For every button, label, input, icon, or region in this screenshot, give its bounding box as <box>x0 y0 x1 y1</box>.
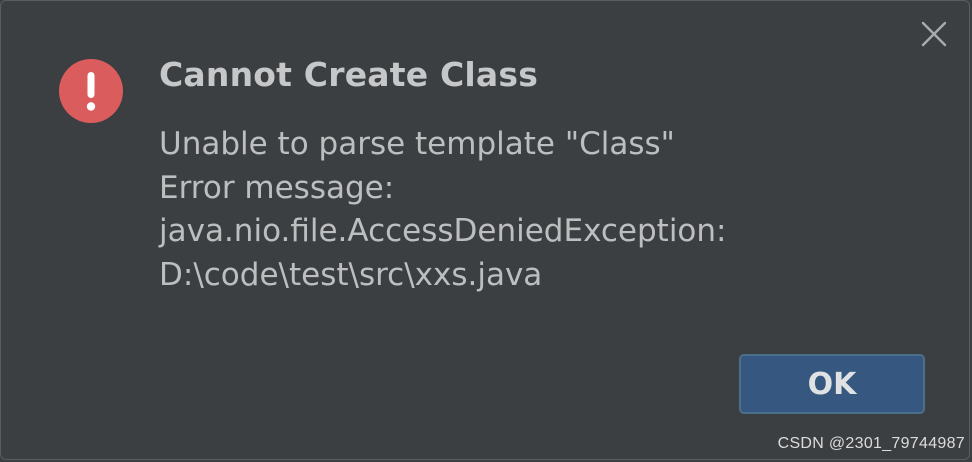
watermark: CSDN @2301_79744987 <box>777 435 965 452</box>
message-line: Unable to parse template "Class" <box>159 126 675 162</box>
error-dialog: Cannot Create Class Unable to parse temp… <box>0 0 970 460</box>
close-button[interactable] <box>917 17 951 51</box>
error-exclamation-icon <box>59 59 123 123</box>
message-line: D:\code\test\src\xxs.java <box>159 256 543 293</box>
dialog-message: Unable to parse template "Class" Error m… <box>159 123 727 297</box>
message-line: java.nio.file.AccessDeniedException: <box>159 213 727 249</box>
dialog-title: Cannot Create Class <box>159 55 539 94</box>
close-icon <box>921 21 947 47</box>
message-line: Error message: <box>159 169 395 206</box>
ok-button[interactable]: OK <box>739 354 925 414</box>
